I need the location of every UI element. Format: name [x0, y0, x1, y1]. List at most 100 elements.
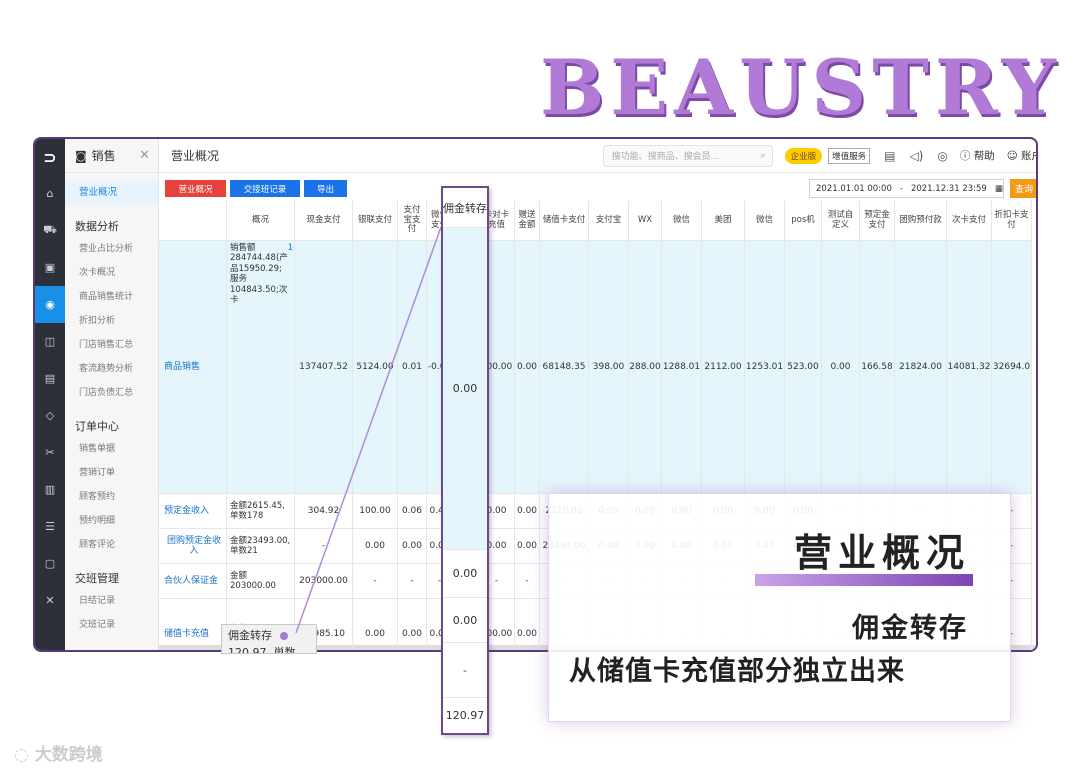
- coupon-icon[interactable]: ✂: [35, 434, 65, 471]
- sidebar-item[interactable]: 预约明细: [65, 509, 158, 533]
- home-icon[interactable]: ⌂: [35, 175, 65, 212]
- row-name-link[interactable]: 团购预定金收入: [159, 529, 227, 564]
- panel-subtitle: 佣金转存: [852, 613, 968, 644]
- column-header: 美团: [702, 201, 745, 241]
- table-cell: -: [398, 564, 427, 599]
- table-cell: 0.00: [515, 494, 540, 529]
- sales-icon[interactable]: ◉: [35, 286, 65, 323]
- calendar-icon: ▦: [994, 183, 1003, 194]
- sidebar-item[interactable]: 交班记录: [65, 613, 158, 637]
- table-cell: 21824.00: [895, 241, 947, 494]
- column-header: 微信: [745, 201, 785, 241]
- column-header: 现金支付: [295, 201, 353, 241]
- table-cell: 14081.32: [947, 241, 992, 494]
- page-title: 营业概况: [171, 149, 220, 163]
- sidebar-group-title: 数据分析: [75, 220, 119, 233]
- column-header: 支付宝支付: [398, 201, 427, 241]
- sales-icon: ◙: [75, 148, 87, 163]
- question-icon: ⓘ: [959, 150, 971, 162]
- sidebar-item[interactable]: 客流趋势分析: [65, 357, 158, 381]
- header-cell: [159, 201, 227, 241]
- toolbar: 营业概况 交接班记录 导出 2021.01.01 00:00-2021.12.3…: [159, 173, 1036, 201]
- callout-cell: 120.97: [445, 709, 485, 722]
- sidebar-item[interactable]: 营销订单: [65, 461, 158, 485]
- column-header: pos机: [785, 201, 822, 241]
- table-cell: 0.00: [515, 241, 540, 494]
- sidebar-item[interactable]: 次卡概况: [65, 261, 158, 285]
- column-header: 折扣卡支付: [992, 201, 1032, 241]
- truck-icon[interactable]: ⛟: [35, 212, 65, 249]
- clipboard-icon[interactable]: ▤: [884, 149, 895, 163]
- column-header: 储值卡支付: [540, 201, 589, 241]
- column-header: WX: [629, 201, 662, 241]
- account-link[interactable]: ☺ 账户: [1006, 148, 1036, 163]
- overview-button[interactable]: 营业概况: [165, 180, 226, 197]
- summary-text: 销售额284744.48(产品15950.29;服务104843.50;次卡: [230, 243, 288, 306]
- sidebar-item[interactable]: 销售单据: [65, 437, 158, 461]
- table-cell: 100.00: [353, 494, 398, 529]
- title-underline: [755, 574, 973, 586]
- headset-icon[interactable]: ◎: [937, 149, 947, 163]
- user-icon: ☺: [1006, 150, 1018, 162]
- table-cell: 203000.00: [295, 564, 353, 599]
- column-header: 赠送金额: [515, 201, 540, 241]
- sidebar-item[interactable]: 商品销售统计: [65, 285, 158, 309]
- row-name-link[interactable]: 合伙人保证金: [159, 564, 227, 599]
- panel-description: 从储值卡充值部分独立出来: [569, 656, 905, 687]
- logo-icon: ◌: [14, 745, 29, 765]
- close-icon[interactable]: ✕: [139, 148, 150, 163]
- row-name-link[interactable]: 储值卡充值: [159, 599, 227, 650]
- sidebar-item[interactable]: 顾客评论: [65, 533, 158, 557]
- table-cell: 5124.00: [353, 241, 398, 494]
- sidebar-item[interactable]: 门店销售汇总: [65, 333, 158, 357]
- sidebar-item[interactable]: 营业占比分析: [65, 237, 158, 261]
- search-icon[interactable]: ⌕: [761, 151, 766, 161]
- sliders-icon[interactable]: ☰: [35, 508, 65, 545]
- sidebar-group-title: 交班管理: [75, 572, 119, 585]
- row-summary: 金额23493.00,单数21: [227, 529, 295, 564]
- export-button[interactable]: 导出: [304, 180, 347, 197]
- tools-icon[interactable]: ✕: [35, 582, 65, 619]
- screen: BEAUSTRY ⊃ ⌂ ⛟ ▣ ◉ ◫ ▤ ◇ ✂ ▥ ☰ ▢ ✕ ◙ 销售 …: [0, 0, 1080, 772]
- row-summary: 金额2615.45,单数178: [227, 494, 295, 529]
- search-input[interactable]: 搜功能、搜商品、搜会员... ⌕: [602, 144, 773, 167]
- callout-cell: -: [443, 643, 487, 698]
- value-added-button[interactable]: 增值服务: [828, 147, 871, 164]
- sidebar-item[interactable]: 日结记录: [65, 589, 158, 613]
- sidebar-item-current[interactable]: 营业概况: [65, 181, 158, 205]
- table-cell: 0.00: [822, 241, 860, 494]
- commission-column-callout: 佣金转存 0.00 0.00 0.00-120.97: [441, 186, 489, 735]
- table-cell: 137407.52: [295, 241, 353, 494]
- box-icon[interactable]: ◫: [35, 323, 65, 360]
- row-name-link[interactable]: 预定金收入: [159, 494, 227, 529]
- help-link[interactable]: ⓘ 帮助: [960, 148, 995, 163]
- date-range-picker[interactable]: 2021.01.01 00:00-2021.12.31 23:59 ▦: [809, 179, 1004, 198]
- icon-rail: ⊃ ⌂ ⛟ ▣ ◉ ◫ ▤ ◇ ✂ ▥ ☰ ▢ ✕: [35, 139, 65, 650]
- sidebar-item[interactable]: 折扣分析: [65, 309, 158, 333]
- shift-records-button[interactable]: 交接班记录: [230, 180, 300, 197]
- count-card-link[interactable]: 164416.65: [288, 243, 294, 253]
- callout-cell: 0.00: [443, 228, 487, 550]
- table-cell: 166.58: [860, 241, 895, 494]
- row-name-link[interactable]: 商品销售: [159, 241, 227, 494]
- sidebar-group-title: 订单中心: [75, 420, 119, 433]
- edition-badge: 企业版: [784, 147, 823, 164]
- bookmark-icon[interactable]: ▣: [35, 249, 65, 286]
- chart-icon[interactable]: ▥: [35, 471, 65, 508]
- diamond-icon[interactable]: ◇: [35, 397, 65, 434]
- table-cell: -: [353, 564, 398, 599]
- member-card-icon[interactable]: ▤: [35, 360, 65, 397]
- callout-cell: 0.00: [443, 550, 487, 598]
- sidebar-item[interactable]: 顾客预约: [65, 485, 158, 509]
- speaker-icon[interactable]: ◁): [909, 149, 923, 163]
- table-cell: 0.00: [353, 529, 398, 564]
- table-cell: 304.92: [295, 494, 353, 529]
- table-cell: 2112.00: [702, 241, 745, 494]
- query-button[interactable]: 查询: [1010, 179, 1036, 198]
- row-summary: 金额203000.00: [227, 564, 295, 599]
- message-icon[interactable]: ▢: [35, 545, 65, 582]
- table-cell: 0.00: [353, 599, 398, 650]
- table-cell: 398.00: [589, 241, 629, 494]
- brand-title: BEAUSTRY: [540, 43, 1062, 132]
- sidebar-item[interactable]: 门店负债汇总: [65, 381, 158, 405]
